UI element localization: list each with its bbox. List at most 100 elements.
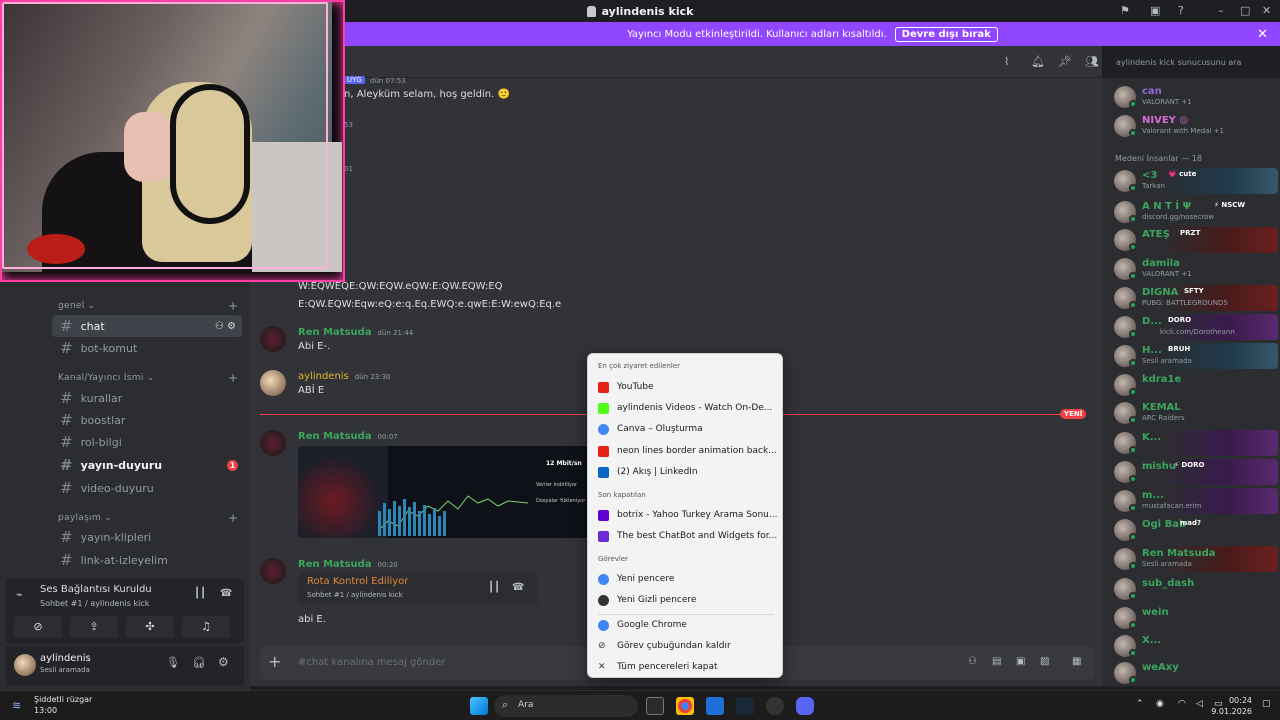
voice-status-title[interactable]: Ses Bağlantısı Kuruldu xyxy=(40,584,152,595)
member-item[interactable]: ATEŞ PRZT xyxy=(1112,227,1278,253)
minimize-icon[interactable]: – xyxy=(1218,4,1224,17)
channel-chat[interactable]: # chat ⚇ ⚙ xyxy=(52,315,242,337)
member-item[interactable]: D... DORO kick.com/Dorotheann xyxy=(1112,314,1278,340)
member-item[interactable]: K... xyxy=(1112,430,1278,456)
disable-streamer-mode-button[interactable]: Devre dışı bırak xyxy=(894,26,998,42)
close-icon[interactable]: ✕ xyxy=(1262,4,1271,17)
chrome-taskbar-icon[interactable] xyxy=(676,697,694,715)
obs-icon[interactable] xyxy=(766,697,784,715)
message-author[interactable]: Ren Matsuda dün 21:44 xyxy=(298,327,413,338)
jumplist-item[interactable]: YouTube xyxy=(588,377,784,397)
pin-icon[interactable]: 📌︎ xyxy=(1058,55,1072,68)
weather-widget[interactable]: Şiddetli rüzgar 13:00 xyxy=(34,694,92,716)
user-settings-icon[interactable]: ⚙ xyxy=(218,655,229,669)
jumplist-item[interactable]: neon lines border animation back... xyxy=(588,441,784,461)
avatar[interactable] xyxy=(260,558,286,584)
activities-icon[interactable]: ✣ xyxy=(126,616,174,638)
hangup-icon[interactable]: ☎ xyxy=(512,582,524,593)
add-attachment-icon[interactable]: + xyxy=(268,652,281,671)
members-icon[interactable]: 👥︎ xyxy=(1085,55,1099,68)
channel-video-duyuru[interactable]: # video-duyuru xyxy=(52,477,242,499)
headphones-icon[interactable]: 🎧︎ xyxy=(192,656,206,669)
microphone-icon[interactable]: 🎙︎ xyxy=(166,656,180,669)
apps-icon[interactable]: ▦ xyxy=(1072,656,1081,667)
member-item[interactable]: mishu ⚡ DORO xyxy=(1112,459,1278,485)
jumplist-item[interactable]: botrix - Yahoo Turkey Arama Sonu... xyxy=(588,505,784,525)
add-channel-icon[interactable]: + xyxy=(228,511,238,525)
wifi-icon[interactable]: ◠ xyxy=(1178,699,1186,709)
avatar[interactable] xyxy=(260,370,286,396)
member-item[interactable]: can VALORANT +1 xyxy=(1112,84,1278,110)
jumplist-item[interactable]: Canva – Oluşturma xyxy=(588,419,784,439)
message-author[interactable]: Ren Matsuda 00:20 xyxy=(298,559,398,570)
member-item[interactable]: KEMAL ARC Raiders xyxy=(1112,400,1278,426)
channel-bot-komut[interactable]: # bot-komut xyxy=(52,337,242,359)
screen-share-icon[interactable]: ⇪ xyxy=(70,616,118,638)
notification-icon[interactable]: ▢ xyxy=(1262,699,1271,709)
category-kanal[interactable]: Kanal/Yayıncı İsmi ⌄ + xyxy=(58,371,238,385)
channel-link-at-izleyelim[interactable]: # link-at-izleyelim xyxy=(52,549,242,571)
avatar[interactable] xyxy=(260,430,286,456)
member-item[interactable]: Ogi Bab mad? xyxy=(1112,517,1278,543)
category-paylasim[interactable]: paylaşım ⌄ + xyxy=(58,511,238,525)
jumplist-item[interactable]: Yeni pencere xyxy=(588,569,784,589)
steam-icon[interactable] xyxy=(736,697,754,715)
jumplist-item[interactable]: (2) Akış | LinkedIn xyxy=(588,462,784,482)
banner-close-icon[interactable]: ✕ xyxy=(1257,27,1268,42)
inbox-icon[interactable]: ⚑ xyxy=(1120,4,1130,17)
help-icon[interactable]: ? xyxy=(1178,4,1184,17)
member-item[interactable]: <3 💗 cute Tarkan xyxy=(1112,168,1278,194)
member-item[interactable]: kdra1e xyxy=(1112,372,1278,398)
channel-boostlar[interactable]: # boostlar xyxy=(52,409,242,431)
video-embed[interactable]: 12 Mbit/sn Veriler indiriliyor Dosyalar … xyxy=(298,446,588,538)
channel-yayin-klipleri[interactable]: # yayın-klipleri xyxy=(52,526,242,548)
start-icon[interactable] xyxy=(470,697,488,715)
message-author[interactable]: aylindenis dün 23:30 xyxy=(298,371,391,382)
member-item[interactable]: sub_dash xyxy=(1112,576,1278,602)
avatar[interactable] xyxy=(260,326,286,352)
app-icon[interactable]: ⚇ xyxy=(968,656,977,667)
taskbar-clock[interactable]: 00:24 9.01.2026 xyxy=(1211,695,1252,717)
noise-suppression-icon[interactable]: ┃┃ xyxy=(194,588,206,599)
member-item[interactable]: m... mustafacan.erim xyxy=(1112,488,1278,514)
tray-app-icon[interactable]: ◉ xyxy=(1156,699,1164,709)
member-item[interactable]: damila VALORANT +1 xyxy=(1112,256,1278,282)
voice-status-subtitle[interactable]: Sohbet #1 / aylindenis kick xyxy=(40,599,149,608)
jumplist-item[interactable]: ✕ Tüm pencereleri kapat xyxy=(588,657,784,677)
camera-off-icon[interactable]: ⊘ xyxy=(14,616,62,638)
tray-chevron-icon[interactable]: ⌃ xyxy=(1136,699,1144,709)
channel-rol-bilgi[interactable]: # rol-bilgi xyxy=(52,431,242,453)
wind-icon[interactable]: ≋ xyxy=(12,699,21,712)
channel-yayin-duyuru[interactable]: # yayın-duyuru 1 xyxy=(52,454,242,476)
jumplist-item[interactable]: The best ChatBot and Widgets for... xyxy=(588,526,784,546)
add-channel-icon[interactable]: + xyxy=(228,371,238,385)
gif-icon[interactable]: ▤ xyxy=(992,656,1001,667)
member-item[interactable]: A N T İ Ψ ⚡ NSCW discord.gg/nosecrow xyxy=(1112,199,1278,225)
jumplist-item[interactable]: Google Chrome xyxy=(588,615,784,635)
sticker-icon[interactable]: ▣ xyxy=(1016,656,1025,667)
member-item[interactable]: Ren Matsuda Sesli aramada xyxy=(1112,546,1278,572)
member-item[interactable]: weAxy xyxy=(1112,660,1278,686)
member-item[interactable]: DIGNA SFTY PUBG: BATTLEGROUNDS xyxy=(1112,285,1278,311)
jumplist-item[interactable]: Yeni Gizli pencere xyxy=(588,590,784,610)
discord-icon[interactable] xyxy=(796,697,814,715)
member-item[interactable]: wein xyxy=(1112,605,1278,631)
disconnect-icon[interactable]: ☎ xyxy=(220,588,232,599)
threads-icon[interactable]: ⌇ xyxy=(1004,55,1009,68)
screen-icon[interactable]: ▣ xyxy=(1150,4,1160,17)
volume-icon[interactable]: ◁ xyxy=(1196,699,1203,709)
jumplist-item[interactable]: aylindenis Videos - Watch On-De... xyxy=(588,398,784,418)
message-author[interactable]: Ren Matsuda 00:07 xyxy=(298,431,398,442)
member-item[interactable]: H... BRUH Sesli aramada xyxy=(1112,343,1278,369)
bell-icon[interactable]: 🔔︎ xyxy=(1031,55,1045,68)
soundboard-icon[interactable]: ♫ xyxy=(182,616,230,638)
channel-settings-icon[interactable]: ⚇ ⚙ xyxy=(215,321,236,332)
category-genel[interactable]: genel ⌄ + xyxy=(58,299,238,313)
task-view-icon[interactable] xyxy=(646,697,664,715)
member-item[interactable]: NIVEY ◎ Valorant with Medal +1 xyxy=(1112,113,1278,139)
add-channel-icon[interactable]: + xyxy=(228,299,238,313)
maximize-icon[interactable]: □ xyxy=(1240,4,1250,17)
store-icon[interactable] xyxy=(706,697,724,715)
search-input[interactable]: aylindenis kick sunucusunu ara xyxy=(1110,54,1272,72)
image-icon[interactable]: ▨ xyxy=(1040,656,1049,667)
